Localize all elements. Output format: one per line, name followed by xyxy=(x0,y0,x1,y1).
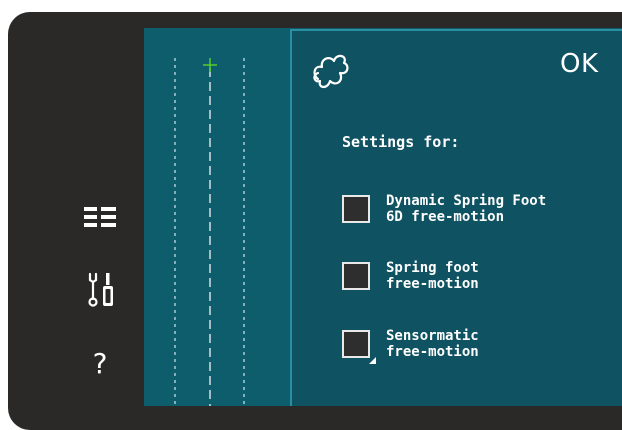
help-icon[interactable]: ? xyxy=(80,344,120,384)
ok-button[interactable]: OK xyxy=(560,49,599,79)
option-dynamic-spring-foot[interactable]: Dynamic Spring Foot 6D free-motion xyxy=(342,193,546,225)
option-label-line1: Spring foot xyxy=(386,260,479,276)
checkbox-spring-foot[interactable] xyxy=(342,262,370,290)
free-motion-icon xyxy=(310,49,352,97)
list-icon[interactable] xyxy=(80,199,120,239)
option-label-line1: Sensormatic xyxy=(386,328,479,344)
option-label-line1: Dynamic Spring Foot xyxy=(386,193,547,209)
touch-screen: OK Settings for: Dynamic Spring Foot 6D … xyxy=(144,28,622,406)
option-sensormatic[interactable]: Sensormatic free-motion xyxy=(342,328,479,364)
stitch-preview xyxy=(144,28,296,406)
free-motion-settings-dialog: OK Settings for: Dynamic Spring Foot 6D … xyxy=(290,29,622,406)
settings-for-label: Settings for: xyxy=(342,133,460,151)
more-options-indicator-icon xyxy=(369,357,376,364)
checkbox-dynamic-spring-foot[interactable] xyxy=(342,195,370,223)
tools-icon[interactable] xyxy=(80,270,120,310)
option-label-line2: free-motion xyxy=(386,344,479,360)
option-label-line2: free-motion xyxy=(386,276,479,292)
help-label: ? xyxy=(92,347,108,380)
checkbox-sensormatic[interactable] xyxy=(342,330,376,364)
option-label-line2: 6D free-motion xyxy=(386,209,505,225)
option-spring-foot[interactable]: Spring foot free-motion xyxy=(342,260,479,292)
